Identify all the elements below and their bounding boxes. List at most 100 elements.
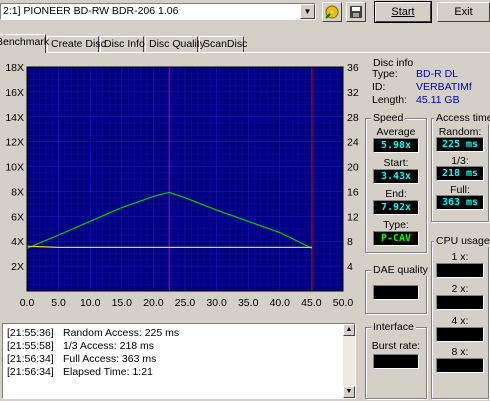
list-item: [21:55:58] 1/3 Access: 218 ms [7, 340, 154, 352]
end-speed-label: End: [385, 188, 407, 200]
y-left-tick-label: 6X [11, 211, 24, 223]
save-button[interactable] [346, 2, 366, 22]
y-left-tick-label: 8X [11, 186, 24, 198]
x-tick-label: 30.0 [206, 297, 227, 309]
log-panel: [21:55:36] Random Access: 225 ms [21:55:5… [2, 323, 356, 399]
cpu-1x-label: 1 x: [451, 251, 469, 263]
y-right-tick-label: 28 [347, 112, 359, 124]
cpu-2x-display [436, 295, 484, 310]
x-tick-label: 15.0 [112, 297, 133, 309]
save-icon [350, 6, 362, 18]
disc-id-value: VERBATIMf [416, 81, 472, 93]
access-times-group: Access times Random: 225 ms 1/3: 218 ms … [431, 112, 490, 222]
interface-group: Interface Burst rate: [365, 321, 427, 399]
x-tick-label: 45.0 [301, 297, 322, 309]
log-time: [21:56:34] [7, 353, 54, 365]
x-tick-label: 35.0 [238, 297, 259, 309]
speed-type-value: P-CAV [373, 231, 419, 246]
y-right-tick-label: 24 [347, 137, 359, 149]
y-right-tick-label: 32 [347, 87, 359, 99]
tab-disc-quality[interactable]: Disc Quality [145, 36, 205, 52]
speed-type-label: Type: [383, 219, 409, 231]
x-tick-label: 25.0 [175, 297, 196, 309]
y-left-tick-label: 2X [11, 261, 24, 273]
burst-rate-display [373, 354, 419, 369]
list-item: [21:55:36] Random Access: 225 ms [7, 327, 179, 339]
interface-title: Interface [371, 321, 416, 333]
disc-swap-button[interactable] [322, 2, 342, 22]
x-tick-label: 50.0 [333, 297, 354, 309]
random-access-value: 225 ms [436, 137, 484, 152]
tab-label: Disc Quality [149, 38, 206, 50]
disc-id-label: ID: [372, 81, 386, 93]
y-right-tick-label: 20 [347, 162, 359, 174]
cpu-2x-label: 2 x: [451, 283, 469, 295]
x-tick-label: 0.0 [20, 297, 35, 309]
scroll-down-icon[interactable]: ▼ [343, 386, 355, 398]
burst-rate-label: Burst rate: [371, 340, 421, 352]
log-text: Random Access: 225 ms [63, 327, 180, 339]
y-right-tick-label: 8 [347, 236, 353, 248]
tab-label: ScanDisc [203, 38, 248, 50]
cpu-usage-group: CPU usage 1 x: 2 x: 4 x: 8 x: [431, 235, 490, 399]
cpu-usage-title: CPU usage [434, 235, 490, 247]
speed-group: Speed Average 5.98x Start: 3.43x End: 7.… [365, 112, 427, 253]
disc-length-value: 45.11 GB [416, 94, 460, 106]
disc-type-label: Type: [372, 68, 398, 80]
tab-disc-info[interactable]: Disc Info [100, 36, 145, 52]
average-speed-value: 5.98x [373, 138, 419, 153]
end-speed-value: 7.92x [373, 200, 419, 215]
y-left-tick-label: 14X [5, 112, 24, 124]
cpu-4x-label: 4 x: [451, 315, 469, 327]
y-left-tick-label: 4X [11, 236, 24, 248]
dae-quality-group: DAE quality [365, 264, 430, 314]
tab-label: Benchmark [0, 36, 50, 48]
scroll-up-icon[interactable]: ▲ [343, 324, 355, 336]
speed-title: Speed [371, 112, 406, 124]
disc-info-group: Disc info Type: BD-R DL ID: VERBATIMf Le… [368, 57, 488, 106]
y-left-tick-label: 18X [5, 62, 24, 74]
benchmark-chart: 0.0 5.0 10.0 15.0 20.0 25.0 30.0 35.0 40.0 45.0 50… [0, 56, 363, 318]
log-time: [21:55:58] [7, 340, 54, 352]
y-left-tick-label: 12X [5, 137, 24, 149]
x-tick-label: 5.0 [51, 297, 66, 309]
tab-label: Create Disc [51, 38, 106, 50]
start-button[interactable]: Start [374, 1, 432, 23]
tab-panel-border [0, 52, 490, 53]
exit-button-label: Exit [454, 6, 473, 18]
x-tick-label: 10.0 [80, 297, 101, 309]
disc-type-value: BD-R DL [416, 68, 459, 80]
y-left-tick-label: 16X [5, 87, 24, 99]
disc-length-label: Length: [372, 94, 408, 106]
chevron-down-icon[interactable]: ▼ [300, 4, 315, 19]
list-item: [21:56:34] Elapsed Time: 1:21 [7, 366, 153, 378]
cpu-1x-display [436, 263, 484, 278]
tab-benchmark[interactable]: Benchmark [0, 34, 50, 53]
log-text: Elapsed Time: 1:21 [63, 366, 153, 378]
log-time: [21:56:34] [7, 366, 54, 378]
list-item: [21:56:34] Full Access: 363 ms [7, 353, 156, 365]
y-right-tick-label: 16 [347, 186, 359, 198]
cpu-8x-label: 8 x: [451, 346, 469, 358]
dae-quality-title: DAE quality [371, 264, 430, 276]
log-time: [21:55:36] [7, 327, 54, 339]
drive-select[interactable]: 2:1] PIONEER BD-RW BDR-206 1.06 ▼ [0, 3, 316, 20]
access-times-title: Access times [434, 112, 490, 124]
start-speed-label: Start: [383, 157, 409, 169]
third-access-value: 218 ms [436, 166, 484, 181]
exit-button[interactable]: Exit [437, 2, 490, 22]
chart-svg: 0.0 5.0 10.0 15.0 20.0 25.0 30.0 35.0 40.0 45.0 50… [5, 62, 359, 309]
tab-create-disc[interactable]: Create Disc [47, 36, 106, 52]
y-right-tick-label: 4 [347, 261, 353, 273]
disc-swap-icon [325, 5, 339, 19]
x-tick-label: 40.0 [270, 297, 291, 309]
y-right-tick-label: 12 [347, 211, 359, 223]
start-speed-value: 3.43x [373, 169, 419, 184]
tab-scandisc[interactable]: ScanDisc [199, 36, 248, 52]
tab-label: Disc Info [104, 38, 145, 50]
dae-quality-display [373, 285, 419, 300]
log-scrollbar[interactable]: ▲ ▼ [343, 324, 355, 398]
y-right-tick-label: 36 [347, 62, 359, 74]
start-button-label: Start [391, 6, 415, 18]
average-speed-label: Average [376, 126, 416, 138]
